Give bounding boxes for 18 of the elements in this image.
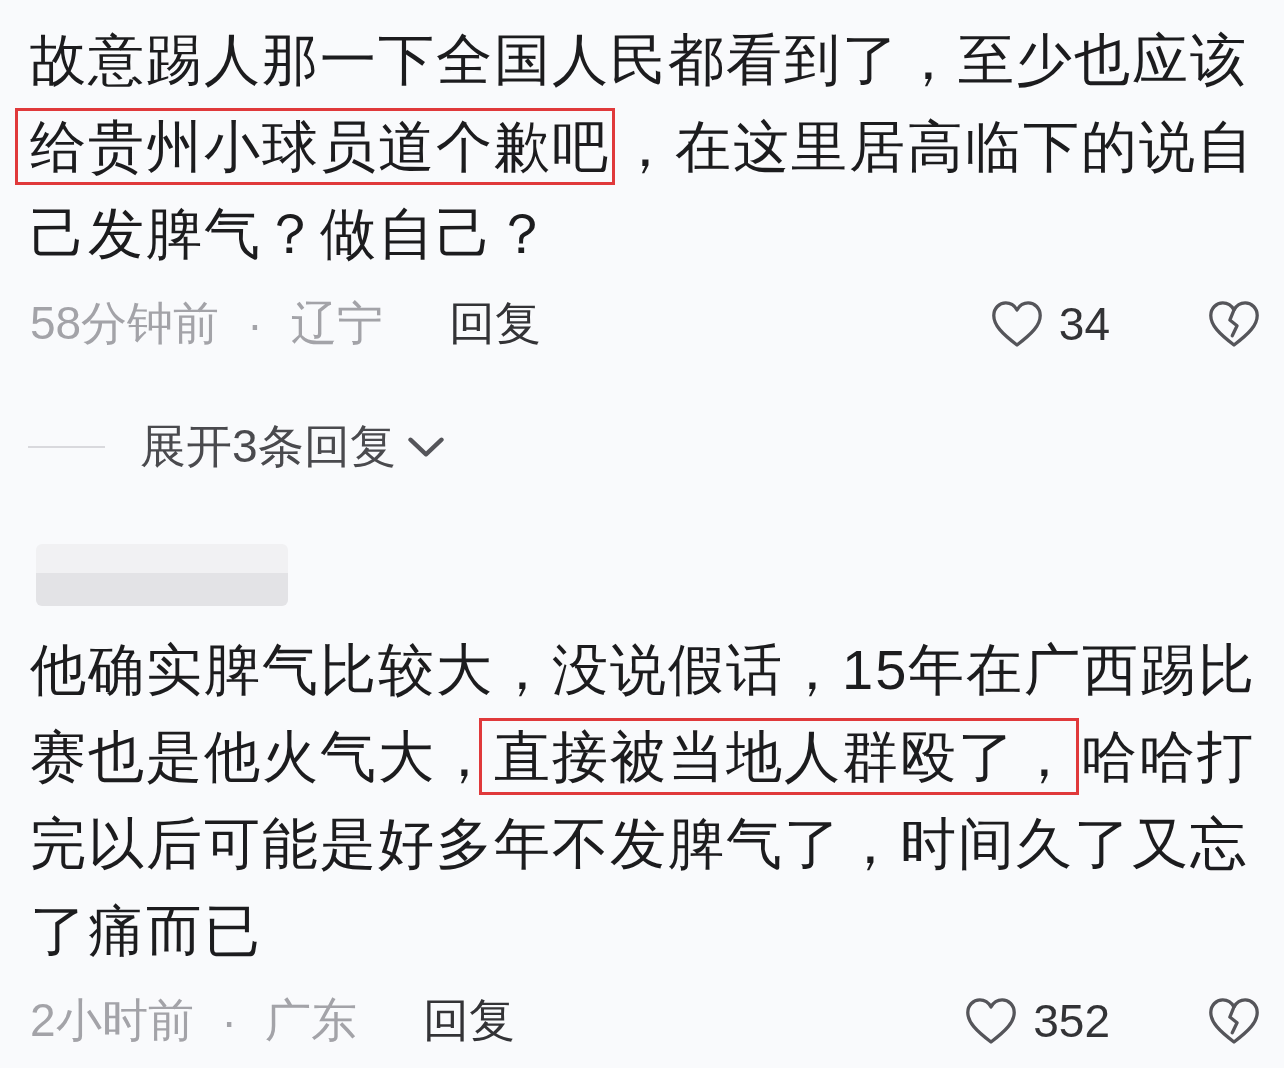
heart-icon <box>965 998 1018 1044</box>
timestamp: 58分钟前 <box>30 296 220 351</box>
separator-dot: · <box>247 297 263 351</box>
reply-button[interactable]: 回复 <box>448 293 541 355</box>
broken-heart-icon[interactable] <box>1208 998 1260 1044</box>
reply-button[interactable]: 回复 <box>422 990 515 1052</box>
comment-text: 故意踢人那一下全国人民都看到了，至少也应该 给贵州小球员道个歉吧，在这里居高临下的说自己发脾气？做自己？ <box>14 16 1260 277</box>
broken-heart-icon[interactable] <box>1208 301 1260 347</box>
like-button[interactable]: 352 <box>965 994 1110 1048</box>
comment-text: 他确实脾气比较大，没说假话，15年在广西踢比赛也是他火气大，直接被当地人群殴了，哈哈打完以后可能是好多年不发脾气了，时间久了又忘了痛而已 <box>29 637 1258 964</box>
chevron-down-icon <box>407 437 444 457</box>
expand-replies-button[interactable]: 展开3条回复 <box>140 416 444 478</box>
location-label: 广东 <box>264 993 357 1048</box>
timestamp: 2小时前 <box>30 993 194 1048</box>
heart-icon <box>990 301 1043 347</box>
like-button[interactable]: 34 <box>990 297 1110 351</box>
location-label: 辽宁 <box>290 296 383 351</box>
separator-dot: · <box>221 994 237 1048</box>
